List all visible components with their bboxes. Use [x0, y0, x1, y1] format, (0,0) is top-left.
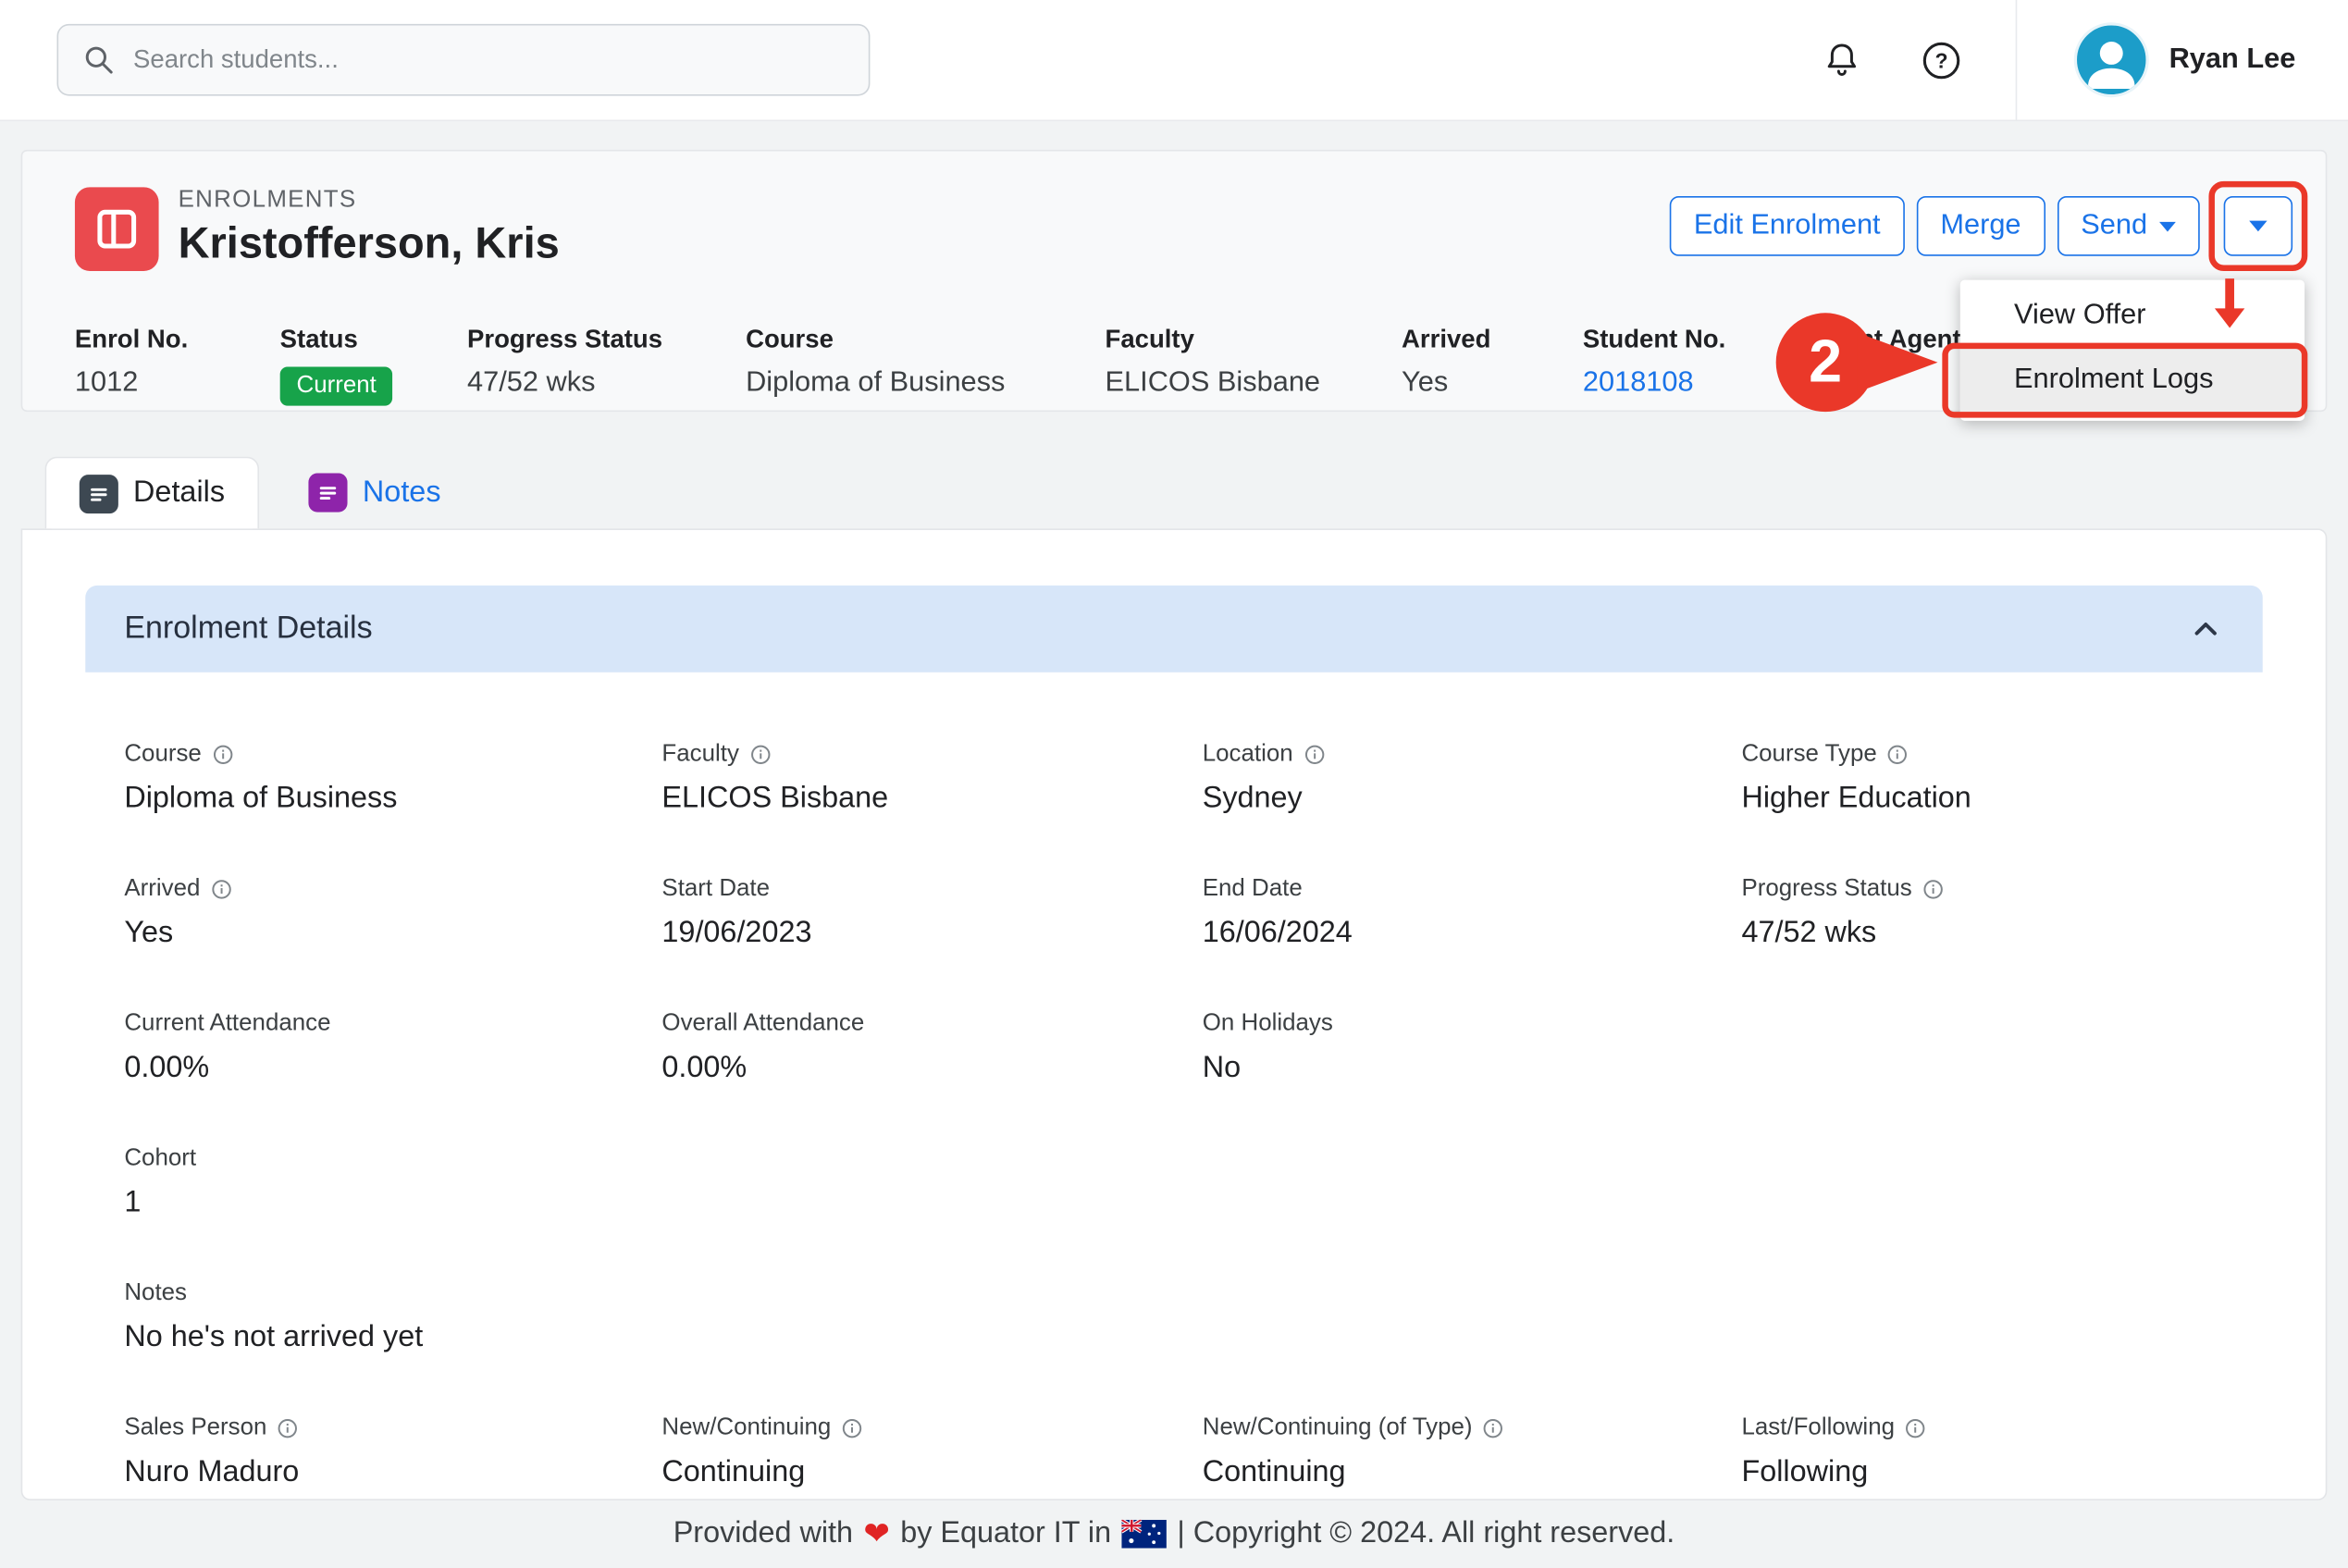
summary-enrol-no: Enrol No. 1012: [75, 325, 280, 405]
info-icon[interactable]: [212, 744, 233, 765]
field-course: Course Diploma of Business: [124, 741, 661, 816]
footer-text-mid: by Equator IT in: [900, 1517, 1111, 1551]
field-new-continuing: New/Continuing Continuing: [661, 1415, 1202, 1490]
summary-course: Course Diploma of Business: [746, 325, 1105, 405]
collapse-chevron-up-icon[interactable]: [2188, 611, 2224, 647]
info-icon[interactable]: [211, 879, 232, 900]
page-title: Kristofferson, Kris: [179, 220, 560, 269]
field-course-type: Course Type Higher Education: [1741, 741, 2262, 816]
student-no-link[interactable]: 2018108: [1583, 367, 1788, 401]
enrolments-app-icon: [75, 187, 159, 271]
header-actions: Edit Enrolment Merge Send: [1670, 187, 2292, 255]
info-icon[interactable]: [1483, 1418, 1504, 1439]
field-progress-status: Progress Status 47/52 wks: [1741, 876, 2262, 951]
details-content: Enrolment Details Course Diploma of Busi…: [21, 528, 2328, 1500]
info-icon[interactable]: [278, 1418, 299, 1439]
search-icon: [82, 43, 116, 77]
svg-text:?: ?: [1934, 48, 1947, 72]
footer-text-suffix: | Copyright © 2024. All right reserved.: [1177, 1517, 1674, 1551]
field-end-date: End Date 16/06/2024: [1203, 876, 1742, 951]
field-overall-attendance: Overall Attendance 0.00%: [661, 1011, 1202, 1086]
chevron-down-icon: [2159, 221, 2176, 231]
field-sales-person: Sales Person Nuro Maduro: [124, 1415, 661, 1490]
empty-cell: [1741, 1145, 2262, 1220]
field-current-attendance: Current Attendance 0.00%: [124, 1011, 661, 1086]
notifications-bell-icon[interactable]: [1822, 41, 1860, 80]
menu-item-enrolment-logs[interactable]: Enrolment Logs: [1960, 346, 2305, 414]
summary-faculty: Faculty ELICOS Bisbane: [1106, 325, 1402, 405]
summary-arrived: Arrived Yes: [1402, 325, 1583, 405]
field-last-following: Last/Following Following: [1741, 1415, 2262, 1490]
notes-tab-icon: [309, 473, 348, 512]
info-icon[interactable]: [1887, 744, 1909, 765]
tab-notes[interactable]: Notes: [274, 457, 475, 529]
empty-cell: [1203, 1280, 1742, 1355]
field-notes: Notes No he's not arrived yet: [124, 1280, 661, 1355]
header-titles: ENROLMENTS Kristofferson, Kris: [179, 187, 560, 269]
merge-button[interactable]: Merge: [1916, 196, 2045, 256]
user-name: Ryan Lee: [2169, 43, 2296, 77]
tab-details[interactable]: Details: [45, 457, 260, 529]
send-button[interactable]: Send: [2057, 196, 2199, 256]
menu-item-view-offer[interactable]: View Offer: [1960, 286, 2305, 346]
australia-flag-icon: [1121, 1520, 1167, 1549]
search-box[interactable]: [57, 24, 871, 96]
help-icon[interactable]: ?: [1921, 40, 1961, 80]
topbar-divider: [2015, 0, 2017, 120]
footer: Provided with ❤ by Equator IT in | Copyr…: [0, 1500, 2348, 1568]
enrolment-header: ENROLMENTS Kristofferson, Kris Edit Enro…: [21, 150, 2328, 412]
field-cohort: Cohort 1: [124, 1145, 661, 1220]
send-dropdown-menu: View Offer Enrolment Logs: [1960, 280, 2305, 421]
field-faculty: Faculty ELICOS Bisbane: [661, 741, 1202, 816]
footer-text-prefix: Provided with: [674, 1517, 853, 1551]
empty-cell: [661, 1145, 1202, 1220]
details-tab-icon: [80, 474, 118, 512]
page: ? Ryan Lee ENROLMENTS Kristofferson, Kri…: [0, 0, 2348, 1568]
tab-bar: Details Notes: [21, 457, 2328, 529]
summary-status: Status Current: [280, 325, 467, 405]
enrolment-details-fields: Course Diploma of Business Faculty ELICO…: [85, 673, 2262, 1500]
info-icon[interactable]: [1304, 744, 1325, 765]
avatar[interactable]: [2073, 22, 2148, 97]
edit-enrolment-button[interactable]: Edit Enrolment: [1670, 196, 1905, 256]
field-new-continuing-of-type: New/Continuing (of Type) Continuing: [1203, 1415, 1742, 1490]
summary-progress-status: Progress Status 47/52 wks: [467, 325, 746, 405]
info-icon[interactable]: [1905, 1418, 1926, 1439]
empty-cell: [1741, 1011, 2262, 1086]
empty-cell: [1203, 1145, 1742, 1220]
status-badge: Current: [280, 367, 393, 406]
field-arrived: Arrived Yes: [124, 876, 661, 951]
panel-title: Enrolment Details: [124, 611, 372, 647]
section-label: ENROLMENTS: [179, 187, 560, 214]
header-row: ENROLMENTS Kristofferson, Kris Edit Enro…: [75, 187, 2292, 271]
empty-cell: [1741, 1280, 2262, 1355]
info-icon[interactable]: [749, 744, 771, 765]
empty-cell: [661, 1280, 1202, 1355]
enrolment-details-panel-header[interactable]: Enrolment Details: [85, 586, 2262, 673]
info-icon[interactable]: [842, 1418, 863, 1439]
field-start-date: Start Date 19/06/2023: [661, 876, 1202, 951]
chevron-down-icon: [2249, 220, 2267, 232]
summary-student-no: Student No. 2018108: [1583, 325, 1788, 405]
search-input[interactable]: [130, 43, 845, 77]
info-icon[interactable]: [1922, 879, 1944, 900]
more-actions-caret-button[interactable]: [2224, 196, 2292, 256]
heart-icon: ❤: [863, 1518, 890, 1549]
field-on-holidays: On Holidays No: [1203, 1011, 1742, 1086]
topbar: ? Ryan Lee: [0, 0, 2348, 121]
field-location: Location Sydney: [1203, 741, 1742, 816]
more-actions-wrap: [2224, 196, 2292, 256]
